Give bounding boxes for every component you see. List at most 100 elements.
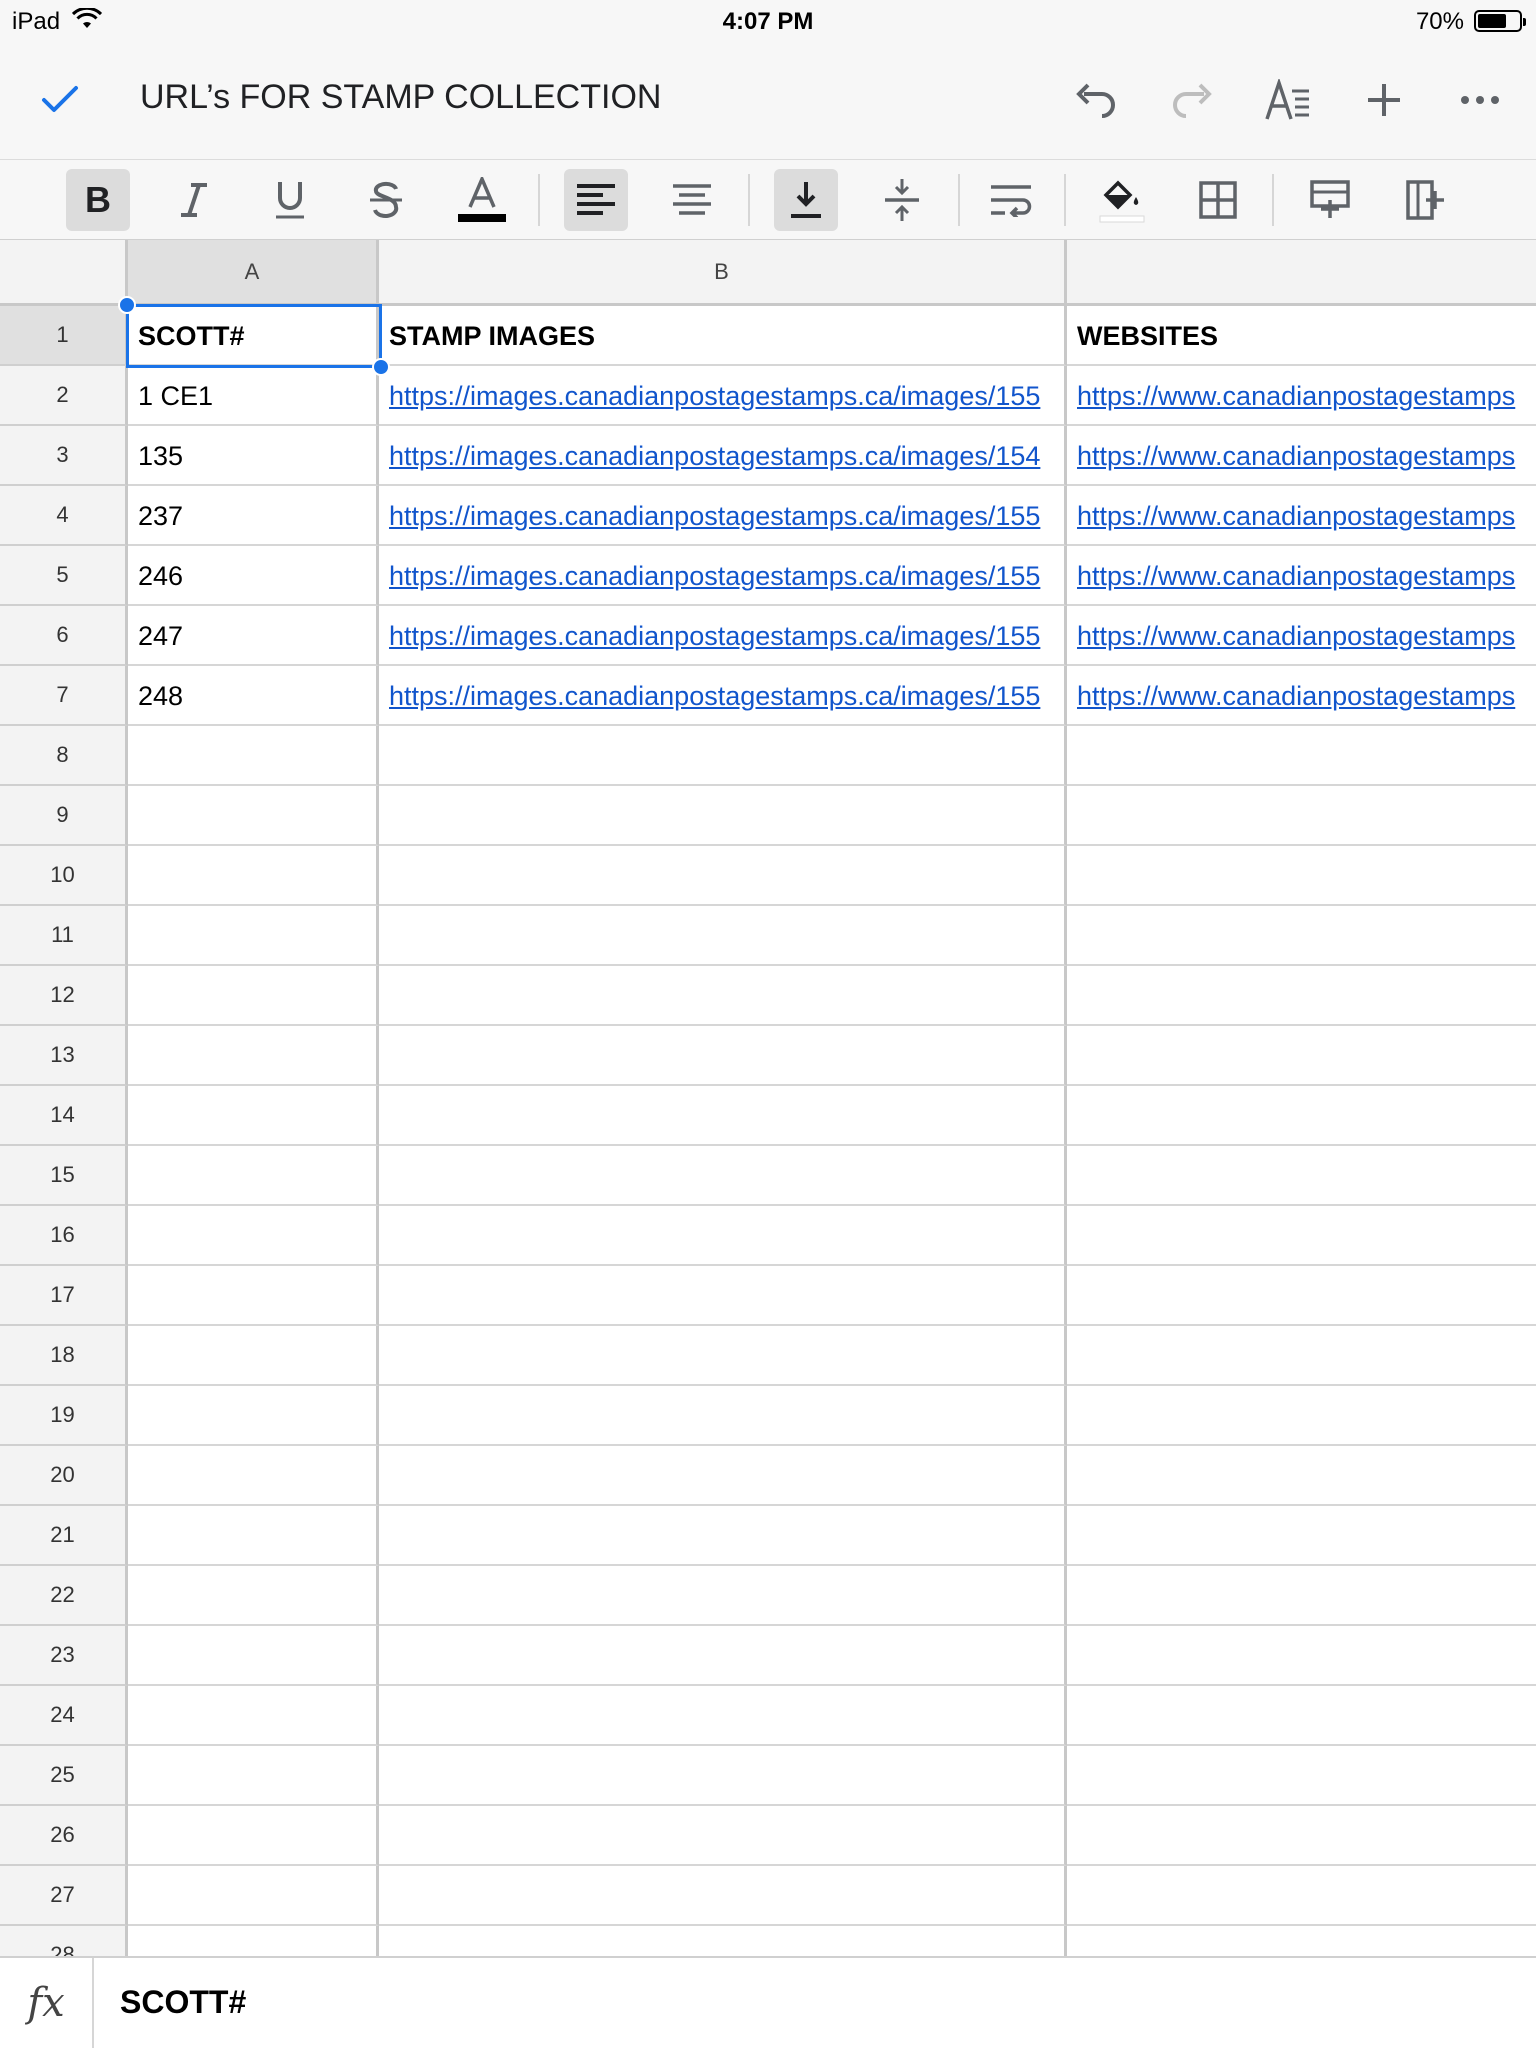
row-header[interactable]: 10 [0,846,128,906]
cell-c[interactable] [1067,1626,1536,1686]
cell-b[interactable] [379,846,1067,906]
cell-c[interactable] [1067,1686,1536,1746]
align-center-icon[interactable] [660,169,724,231]
cell-c[interactable] [1067,1446,1536,1506]
row-header[interactable]: 28 [0,1926,128,1956]
cell-c[interactable] [1067,1866,1536,1926]
row-header[interactable]: 1 [0,306,128,366]
bold-icon[interactable]: B [66,169,130,231]
row-header[interactable]: 17 [0,1266,128,1326]
cell-c[interactable] [1067,1326,1536,1386]
row-header[interactable]: 3 [0,426,128,486]
cell-a[interactable] [128,726,379,786]
italic-icon[interactable] [162,169,226,231]
column-header-a[interactable]: A [128,240,379,306]
cell-c[interactable] [1067,966,1536,1026]
spreadsheet-grid[interactable]: A B 1 SCOTT# STAMP IMAGES WEBSITES 2 1 CE1 htt… [0,240,1536,1956]
plus-icon[interactable] [1360,76,1408,124]
cell-b[interactable] [379,1566,1067,1626]
cell-c[interactable]: https://www.canadianpostagestamps [1067,666,1536,726]
redo-icon[interactable] [1168,76,1216,124]
cell-c[interactable]: WEBSITES [1067,306,1536,366]
cell-c[interactable]: https://www.canadianpostagestamps [1067,426,1536,486]
row-header[interactable]: 7 [0,666,128,726]
row-header[interactable]: 18 [0,1326,128,1386]
borders-icon[interactable] [1186,169,1250,231]
strikethrough-icon[interactable] [354,169,418,231]
cell-a[interactable]: 246 [128,546,379,606]
cell-c[interactable] [1067,1806,1536,1866]
document-title[interactable]: URL’s FOR STAMP COLLECTION [140,78,661,117]
cell-a[interactable] [128,1386,379,1446]
cell-c[interactable] [1067,726,1536,786]
cell-a[interactable] [128,1086,379,1146]
cell-a[interactable] [128,1866,379,1926]
cell-c[interactable] [1067,906,1536,966]
row-header[interactable]: 11 [0,906,128,966]
row-header[interactable]: 5 [0,546,128,606]
cell-b[interactable] [379,1746,1067,1806]
cell-b[interactable]: https://images.canadianpostagestamps.ca/… [379,366,1067,426]
cell-b[interactable] [379,786,1067,846]
cell-b[interactable] [379,1266,1067,1326]
undo-icon[interactable] [1072,76,1120,124]
row-header[interactable]: 8 [0,726,128,786]
row-header[interactable]: 14 [0,1086,128,1146]
cell-a[interactable] [128,966,379,1026]
cell-c[interactable] [1067,846,1536,906]
select-all-corner[interactable] [0,240,128,306]
cell-b[interactable]: https://images.canadianpostagestamps.ca/… [379,486,1067,546]
formula-input[interactable]: SCOTT# [120,1984,246,2021]
cell-b[interactable] [379,1866,1067,1926]
align-left-icon[interactable] [564,169,628,231]
text-color-icon[interactable] [450,169,514,231]
cell-a[interactable]: SCOTT# [128,306,379,366]
cell-b[interactable] [379,1146,1067,1206]
row-header[interactable]: 26 [0,1806,128,1866]
row-header[interactable]: 2 [0,366,128,426]
row-header[interactable]: 16 [0,1206,128,1266]
row-header[interactable]: 19 [0,1386,128,1446]
row-header[interactable]: 21 [0,1506,128,1566]
cell-a[interactable] [128,1926,379,1956]
text-format-icon[interactable] [1264,76,1312,124]
cell-c[interactable]: https://www.canadianpostagestamps [1067,546,1536,606]
cell-b[interactable]: https://images.canadianpostagestamps.ca/… [379,426,1067,486]
cell-a[interactable] [128,1506,379,1566]
cell-b[interactable] [379,726,1067,786]
cell-a[interactable] [128,846,379,906]
cell-a[interactable]: 1 CE1 [128,366,379,426]
cell-a[interactable]: 247 [128,606,379,666]
row-header[interactable]: 25 [0,1746,128,1806]
fill-color-icon[interactable] [1090,169,1154,231]
cell-b[interactable] [379,906,1067,966]
cell-c[interactable] [1067,1146,1536,1206]
column-header-b[interactable]: B [379,240,1067,306]
row-header[interactable]: 20 [0,1446,128,1506]
cell-a[interactable] [128,1026,379,1086]
row-header[interactable]: 4 [0,486,128,546]
cell-a[interactable] [128,1626,379,1686]
cell-c[interactable] [1067,786,1536,846]
cell-b[interactable] [379,1026,1067,1086]
underline-icon[interactable] [258,169,322,231]
cell-b[interactable] [379,966,1067,1026]
cell-b[interactable] [379,1806,1067,1866]
cell-b[interactable]: https://images.canadianpostagestamps.ca/… [379,546,1067,606]
cell-a[interactable] [128,1746,379,1806]
cell-a[interactable] [128,1806,379,1866]
insert-column-icon[interactable] [1394,169,1458,231]
cell-c[interactable]: https://www.canadianpostagestamps [1067,366,1536,426]
cell-b[interactable] [379,1086,1067,1146]
cell-c[interactable] [1067,1386,1536,1446]
cell-c[interactable]: https://www.canadianpostagestamps [1067,486,1536,546]
cell-a[interactable] [128,1566,379,1626]
cell-c[interactable] [1067,1926,1536,1956]
cell-b[interactable] [379,1686,1067,1746]
cell-a[interactable] [128,1206,379,1266]
column-header-c[interactable] [1067,240,1536,306]
cell-a[interactable] [128,1326,379,1386]
row-header[interactable]: 6 [0,606,128,666]
cell-b[interactable]: STAMP IMAGES [379,306,1067,366]
insert-row-icon[interactable] [1298,169,1362,231]
